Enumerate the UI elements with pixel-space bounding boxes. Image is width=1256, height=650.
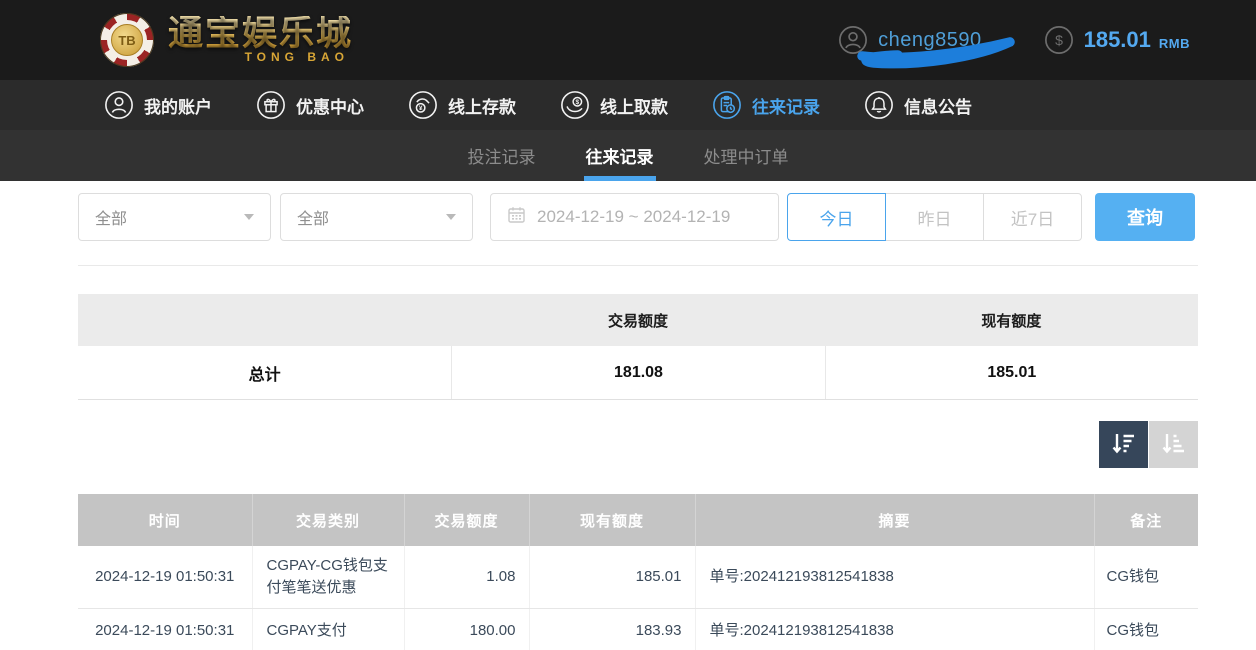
bell-icon [864,90,894,120]
cell-summary: 单号:202412193812541838 [695,608,1094,650]
balance-currency: RMB [1159,30,1190,51]
cell-amount: 180.00 [404,608,529,650]
nav-item-transaction-records[interactable]: 往来记录 [712,90,820,120]
chip-monogram: TB [118,33,135,48]
tab-label: 投注记录 [468,143,536,168]
tab-betting-records[interactable]: 投注记录 [466,130,538,181]
svg-text:$: $ [1055,32,1063,48]
tab-label: 往来记录 [586,143,654,168]
summary-table: 交易额度 现有额度 总计 181.08 185.01 [78,294,1198,400]
cell-balance: 183.93 [529,608,695,650]
balance-amount: 185.01 [1084,27,1151,53]
deposit-icon: ¥ [408,90,438,120]
category-select[interactable]: 全部 [78,193,271,241]
cell-time: 2024-12-19 01:50:31 [78,546,252,608]
records-icon [712,90,742,120]
cell-amount: 1.08 [404,546,529,608]
col-header-summary: 摘要 [695,494,1094,546]
cell-type: CGPAY支付 [252,608,404,650]
svg-text:¥: ¥ [419,105,423,112]
summary-header-row: 交易额度 现有额度 [78,294,1198,346]
date-range-input[interactable]: 2024-12-19 ~ 2024-12-19 [490,193,779,241]
brand-title: 通宝娱乐城 [168,16,353,53]
cell-summary: 单号:202412193812541838 [695,546,1094,608]
filter-row: 全部 全部 2024-12-19 [78,193,1198,241]
col-header-note: 备注 [1094,494,1198,546]
sort-descending-button[interactable] [1099,421,1148,468]
summary-balance-total: 185.01 [825,346,1198,399]
tab-label: 处理中订单 [704,143,789,168]
summary-transaction-total: 181.08 [451,346,824,399]
summary-total-label: 总计 [78,346,451,399]
col-header-amount: 交易额度 [404,494,529,546]
summary-total-row: 总计 181.08 185.01 [78,346,1198,400]
col-header-time: 时间 [78,494,252,546]
cell-type: CGPAY-CG钱包支付笔笔送优惠 [252,546,404,608]
header-right: cheng8590 $ 185.01 RMB [838,25,1190,55]
yesterday-button[interactable]: 昨日 [885,193,984,241]
nav-item-deposit[interactable]: ¥ 线上存款 [408,90,516,120]
tab-active-underline [584,176,656,181]
quick-date-buttons: 今日 昨日 近7日 [787,193,1082,241]
nav-item-announcements[interactable]: 信息公告 [864,90,972,120]
content: 全部 全部 2024-12-19 [78,193,1198,650]
summary-header-balance: 现有额度 [825,294,1198,346]
sort-ascending-button[interactable] [1149,421,1198,468]
sort-asc-icon [1160,430,1187,460]
divider-line [78,265,1198,266]
caret-down-icon [446,214,456,220]
user-account[interactable]: cheng8590 [838,25,981,55]
logo-text: 通宝娱乐城 TONG BAO [168,16,353,64]
top-header: TB 通宝娱乐城 TONG BAO cheng8590 [0,0,1256,80]
nav-label: 优惠中心 [296,93,364,118]
sort-controls [78,421,1198,468]
coin-icon: $ [1044,25,1074,55]
tab-pending-orders[interactable]: 处理中订单 [702,130,791,181]
tab-transaction-records[interactable]: 往来记录 [584,130,656,181]
sort-desc-icon [1110,430,1137,460]
nav-label: 信息公告 [904,93,972,118]
cell-balance: 185.01 [529,546,695,608]
page: TB 通宝娱乐城 TONG BAO cheng8590 [0,0,1256,650]
calendar-icon [507,205,526,229]
col-header-type: 交易类别 [252,494,404,546]
today-button[interactable]: 今日 [787,193,886,241]
cell-note: CG钱包 [1094,608,1198,650]
svg-text:$: $ [576,99,580,106]
last7days-button[interactable]: 近7日 [983,193,1082,241]
type-select-value: 全部 [297,205,329,229]
main-nav: 我的账户 优惠中心 ¥ [0,80,1256,130]
user-icon [838,25,868,55]
nav-label: 线上存款 [448,93,516,118]
nav-label: 我的账户 [144,93,212,118]
balance[interactable]: $ 185.01 RMB [1044,25,1190,55]
withdraw-icon: $ [560,90,590,120]
poker-chip-icon: TB [100,13,154,67]
nav-label: 线上取款 [600,93,668,118]
cell-note: CG钱包 [1094,546,1198,608]
username-text: cheng8590 [878,29,981,52]
col-header-balance: 现有额度 [529,494,695,546]
nav-label: 往来记录 [752,93,820,118]
gift-icon [256,90,286,120]
table-row: 2024-12-19 01:50:31 CGPAY-CG钱包支付笔笔送优惠 1.… [78,546,1198,608]
date-range-value: 2024-12-19 ~ 2024-12-19 [537,207,730,227]
nav-item-my-account[interactable]: 我的账户 [104,90,212,120]
records-header-row: 时间 交易类别 交易额度 现有额度 摘要 备注 [78,494,1198,546]
records-table: 时间 交易类别 交易额度 现有额度 摘要 备注 2024-12-19 01:50… [78,494,1198,650]
summary-header-transaction: 交易额度 [451,294,824,346]
nav-item-promotions[interactable]: 优惠中心 [256,90,364,120]
type-select[interactable]: 全部 [280,193,473,241]
summary-header-empty [78,294,451,346]
category-select-value: 全部 [95,205,127,229]
caret-down-icon [244,214,254,220]
nav-item-withdraw[interactable]: $ 线上取款 [560,90,668,120]
table-row: 2024-12-19 01:50:31 CGPAY支付 180.00 183.9… [78,608,1198,650]
sub-nav: 投注记录 往来记录 处理中订单 [0,130,1256,181]
search-button[interactable]: 查询 [1095,193,1195,241]
user-icon [104,90,134,120]
cell-time: 2024-12-19 01:50:31 [78,608,252,650]
logo: TB 通宝娱乐城 TONG BAO [100,13,353,67]
brand-subtitle: TONG BAO [245,50,353,64]
